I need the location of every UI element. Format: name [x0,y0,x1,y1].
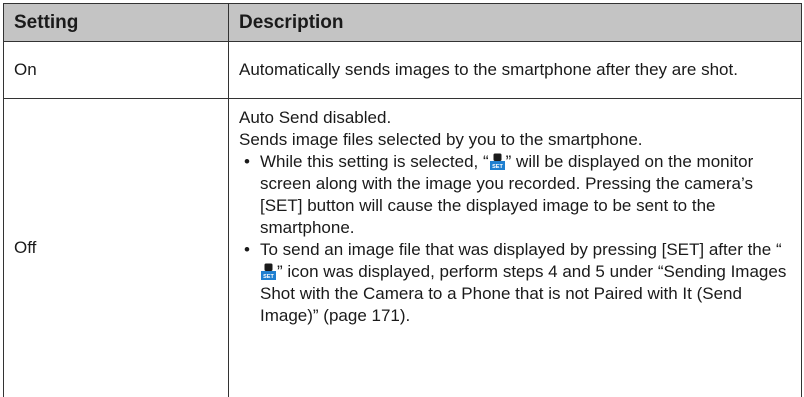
setting-cell-off: Off [4,99,229,397]
icon-label: SET [263,274,274,280]
header-description: Description [229,4,802,42]
table-row-off: Off Auto Send disabled. Sends image file… [4,99,802,397]
setting-cell-on: On [4,42,229,99]
icon-phone-shape [493,154,501,162]
settings-table-container: Setting Description On Automatically sen… [3,3,801,397]
phone-set-icon: SET [490,153,505,170]
header-setting: Setting [4,4,229,42]
bullet-2-text-after: ” icon was displayed, perform steps 4 an… [260,262,786,325]
icon-label: SET [492,164,503,170]
description-line-2: Sends image files selected by you to the… [239,129,791,151]
settings-table: Setting Description On Automatically sen… [3,3,802,397]
description-cell-off: Auto Send disabled. Sends image files se… [229,99,802,397]
table-row-on: On Automatically sends images to the sma… [4,42,802,99]
phone-set-icon: SET [261,263,276,280]
icon-phone-shape [265,264,273,272]
description-cell-on: Automatically sends images to the smartp… [229,42,802,99]
bullet-2-text-before: To send an image file that was displayed… [260,240,782,259]
bullet-item-1: While this setting is selected, “SET” wi… [239,151,791,239]
bullet-item-2: To send an image file that was displayed… [239,239,791,327]
description-line-1: Auto Send disabled. [239,107,791,129]
table-header-row: Setting Description [4,4,802,42]
bullet-1-text-before: While this setting is selected, “ [260,152,489,171]
